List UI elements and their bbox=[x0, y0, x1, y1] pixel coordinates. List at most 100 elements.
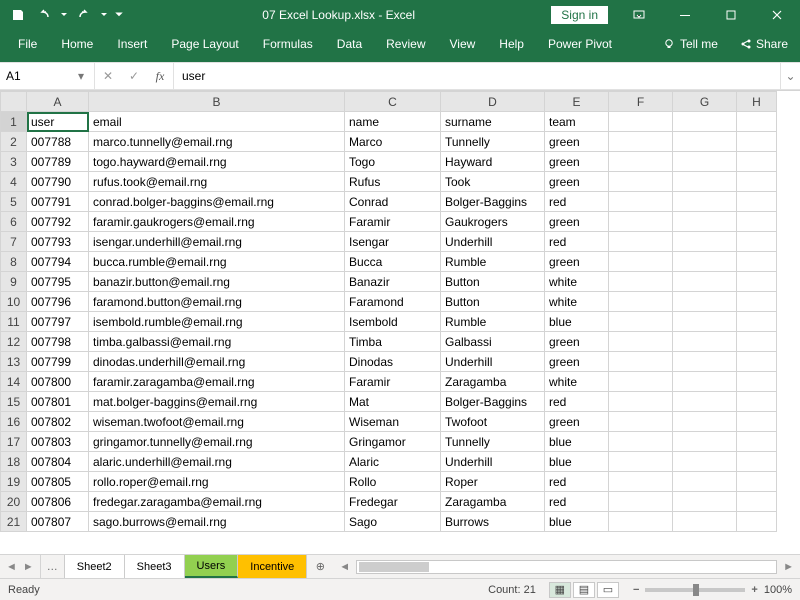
cell[interactable]: mat.bolger-baggins@email.rng bbox=[89, 392, 345, 412]
cell[interactable] bbox=[673, 412, 737, 432]
expand-formula-bar-icon[interactable]: ⌄ bbox=[780, 63, 800, 89]
cell[interactable] bbox=[673, 112, 737, 132]
tab-help[interactable]: Help bbox=[487, 31, 536, 57]
cell[interactable] bbox=[673, 132, 737, 152]
cell[interactable] bbox=[737, 152, 777, 172]
cell[interactable]: red bbox=[545, 392, 609, 412]
sheet-nav-next-icon[interactable]: ► bbox=[21, 561, 36, 573]
cell[interactable]: Conrad bbox=[345, 192, 441, 212]
cell[interactable]: Underhill bbox=[441, 232, 545, 252]
cell[interactable]: Twofoot bbox=[441, 412, 545, 432]
cell[interactable]: fredegar.zaragamba@email.rng bbox=[89, 492, 345, 512]
cell[interactable] bbox=[737, 332, 777, 352]
tab-data[interactable]: Data bbox=[325, 31, 374, 57]
cell[interactable]: team bbox=[545, 112, 609, 132]
tell-me-button[interactable]: Tell me bbox=[652, 37, 728, 51]
tab-formulas[interactable]: Formulas bbox=[251, 31, 325, 57]
cell[interactable] bbox=[673, 372, 737, 392]
cell[interactable] bbox=[673, 192, 737, 212]
cell[interactable]: 007798 bbox=[27, 332, 89, 352]
row-header[interactable]: 2 bbox=[1, 132, 27, 152]
cell[interactable]: user bbox=[27, 112, 89, 132]
row-header[interactable]: 10 bbox=[1, 292, 27, 312]
cell[interactable]: red bbox=[545, 472, 609, 492]
cell[interactable] bbox=[737, 192, 777, 212]
row-header[interactable]: 4 bbox=[1, 172, 27, 192]
cell[interactable]: 007795 bbox=[27, 272, 89, 292]
cell[interactable]: blue bbox=[545, 312, 609, 332]
col-header-G[interactable]: G bbox=[673, 92, 737, 112]
cell[interactable]: Galbassi bbox=[441, 332, 545, 352]
name-box[interactable]: ▾ bbox=[0, 63, 95, 89]
cell[interactable]: isengar.underhill@email.rng bbox=[89, 232, 345, 252]
cell[interactable]: Faramond bbox=[345, 292, 441, 312]
cell[interactable]: faramir.zaragamba@email.rng bbox=[89, 372, 345, 392]
cell[interactable] bbox=[609, 252, 673, 272]
cell[interactable]: Zaragamba bbox=[441, 492, 545, 512]
cell[interactable]: timba.galbassi@email.rng bbox=[89, 332, 345, 352]
cell[interactable]: Button bbox=[441, 292, 545, 312]
cell[interactable]: red bbox=[545, 192, 609, 212]
cell[interactable]: 007792 bbox=[27, 212, 89, 232]
cell[interactable] bbox=[609, 392, 673, 412]
horizontal-scrollbar[interactable]: ◄ ► bbox=[333, 555, 800, 578]
cell[interactable] bbox=[737, 172, 777, 192]
col-header-C[interactable]: C bbox=[345, 92, 441, 112]
cell[interactable] bbox=[609, 332, 673, 352]
tab-file[interactable]: File bbox=[6, 31, 49, 57]
redo-icon[interactable] bbox=[72, 3, 96, 27]
cell[interactable]: name bbox=[345, 112, 441, 132]
cell[interactable] bbox=[737, 372, 777, 392]
sheet-tab-sheet2[interactable]: Sheet2 bbox=[65, 555, 125, 578]
cell[interactable] bbox=[737, 292, 777, 312]
cell[interactable] bbox=[609, 512, 673, 532]
cell[interactable]: 007796 bbox=[27, 292, 89, 312]
row-header[interactable]: 15 bbox=[1, 392, 27, 412]
row-header[interactable]: 18 bbox=[1, 452, 27, 472]
sheet-tab-incentive[interactable]: Incentive bbox=[238, 555, 307, 578]
cell[interactable] bbox=[737, 132, 777, 152]
cell[interactable]: surname bbox=[441, 112, 545, 132]
cell[interactable] bbox=[609, 272, 673, 292]
cell[interactable]: dinodas.underhill@email.rng bbox=[89, 352, 345, 372]
sheet-tab-sheet3[interactable]: Sheet3 bbox=[125, 555, 185, 578]
zoom-out-button[interactable]: − bbox=[633, 584, 639, 596]
select-all-corner[interactable] bbox=[1, 92, 27, 112]
cell[interactable]: Faramir bbox=[345, 212, 441, 232]
col-header-A[interactable]: A bbox=[27, 92, 89, 112]
cell[interactable]: Rollo bbox=[345, 472, 441, 492]
cell[interactable] bbox=[609, 292, 673, 312]
hscroll-right-icon[interactable]: ► bbox=[781, 561, 796, 573]
cancel-formula-icon[interactable]: ✕ bbox=[95, 69, 121, 83]
cell[interactable] bbox=[609, 412, 673, 432]
cell[interactable] bbox=[673, 432, 737, 452]
cell[interactable]: Underhill bbox=[441, 452, 545, 472]
cell[interactable]: 007788 bbox=[27, 132, 89, 152]
zoom-slider[interactable] bbox=[645, 588, 745, 592]
cell[interactable]: isembold.rumble@email.rng bbox=[89, 312, 345, 332]
cell[interactable]: Rumble bbox=[441, 252, 545, 272]
cell[interactable] bbox=[673, 172, 737, 192]
cell[interactable] bbox=[609, 172, 673, 192]
row-header[interactable]: 21 bbox=[1, 512, 27, 532]
cell[interactable]: 007790 bbox=[27, 172, 89, 192]
cell[interactable] bbox=[673, 392, 737, 412]
cell[interactable]: Underhill bbox=[441, 352, 545, 372]
cell[interactable] bbox=[737, 232, 777, 252]
cell[interactable] bbox=[609, 492, 673, 512]
col-header-E[interactable]: E bbox=[545, 92, 609, 112]
cell[interactable]: 007802 bbox=[27, 412, 89, 432]
cell[interactable] bbox=[673, 292, 737, 312]
cell[interactable]: 007800 bbox=[27, 372, 89, 392]
cell[interactable]: 007801 bbox=[27, 392, 89, 412]
row-header[interactable]: 7 bbox=[1, 232, 27, 252]
share-button[interactable]: Share bbox=[728, 37, 800, 51]
row-header[interactable]: 19 bbox=[1, 472, 27, 492]
cell[interactable]: green bbox=[545, 352, 609, 372]
redo-dropdown-icon[interactable] bbox=[98, 3, 110, 27]
cell[interactable] bbox=[673, 272, 737, 292]
cell[interactable]: Bolger-Baggins bbox=[441, 392, 545, 412]
cell[interactable]: white bbox=[545, 372, 609, 392]
view-page-break-icon[interactable]: ▭ bbox=[597, 582, 619, 598]
cell[interactable]: Zaragamba bbox=[441, 372, 545, 392]
